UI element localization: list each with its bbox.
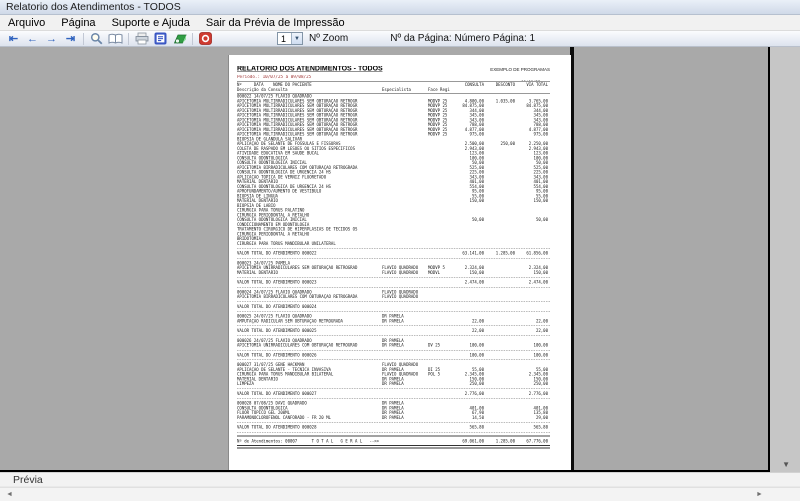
report-period: Período.: 10/07/25 à 09/08/25	[237, 75, 312, 80]
print-setup-button[interactable]	[151, 32, 170, 46]
report-title: RELATORIO DOS ATENDIMENTOS - TODOS	[237, 65, 383, 72]
procedure-row: MATERIAL DENTARIO FLAVIO QUADRADO MODVL 150…	[237, 270, 548, 275]
two-page-view-icon	[108, 33, 123, 44]
report-page: RELATORIO DOS ATENDIMENTOS - TODOS EXEMP…	[228, 55, 571, 470]
procedure-row: APICETOMIA UNIRRADICULARES COM OBTURAÇÃO…	[237, 343, 548, 348]
preview-right-strip: ▼	[770, 47, 800, 472]
separator-rule	[237, 309, 550, 312]
print-icon	[135, 32, 148, 45]
scroll-left-icon[interactable]: ◄	[2, 489, 17, 500]
prev-page-icon: ←	[27, 32, 38, 45]
scroll-right-icon[interactable]: ►	[752, 489, 767, 500]
procedure-row: LIMPEZA DR PAMELA 250,00 250,00	[237, 381, 548, 387]
report-body: 000022 14/07/25 FLAVIO QUADRADO APICETOMI…	[237, 94, 550, 449]
attendance-total-row: VALOR TOTAL DO ATENDIMENTO 000025 22,00 22…	[237, 328, 548, 334]
toolbar: ⇤ ← → ⇥ 1 ▼ Nº Zoom Nº da Página: Número…	[0, 31, 800, 47]
print-setup-icon	[154, 32, 167, 45]
export-button[interactable]	[170, 32, 189, 46]
last-page-button[interactable]: ⇥	[61, 32, 80, 46]
separator-rule	[237, 333, 550, 336]
separator-rule	[237, 396, 550, 399]
window-title: Relatorio dos Atendimentos - TODOS	[6, 1, 181, 13]
procedure-row: CIRURGIA PARA TORUS MANDIBULAR UNILATERA…	[237, 241, 336, 246]
separator-rule	[237, 430, 550, 433]
menu-item-arquivo[interactable]: Arquivo	[0, 15, 53, 30]
preview-area[interactable]: RELATORIO DOS ATENDIMENTOS - TODOS EXEMP…	[0, 47, 770, 472]
next-page-button[interactable]: →	[42, 32, 61, 46]
toolbar-separator	[192, 32, 193, 45]
app-window: Relatorio dos Atendimentos - TODOS Arqui…	[0, 0, 800, 501]
separator-rule	[237, 348, 550, 351]
zoom-page-select-value: 1	[281, 33, 287, 44]
horizontal-scrollbar[interactable]: ◄ ►	[0, 487, 800, 501]
print-button[interactable]	[132, 32, 151, 46]
toolbar-separator	[128, 32, 129, 45]
next-page-icon: →	[46, 32, 57, 45]
separator-rule	[237, 358, 550, 360]
two-page-view-button[interactable]	[106, 32, 125, 46]
zoom-button[interactable]	[87, 32, 106, 46]
separator-rule	[237, 275, 550, 278]
menu-item-pagina[interactable]: Página	[53, 15, 103, 30]
separator-rule	[237, 285, 550, 288]
close-preview-icon	[199, 32, 212, 45]
separator-rule	[237, 299, 550, 302]
grand-total-row: Nº de Atendimentos: 00007 T O T A L G E …	[237, 438, 548, 444]
scroll-down-icon[interactable]: ▼	[782, 460, 790, 469]
menu-item-sair-previa[interactable]: Sair da Prévia de Impressão	[198, 15, 353, 30]
report-company: EXEMPLO DE PROGRAMAS	[490, 67, 550, 72]
last-page-icon: ⇥	[65, 32, 76, 45]
close-preview-button[interactable]	[196, 32, 215, 46]
separator-rule	[237, 445, 550, 449]
export-icon	[173, 34, 187, 44]
prev-page-button[interactable]: ←	[23, 32, 42, 46]
report-print-date: 09/08/25	[521, 80, 540, 81]
zoom-page-select[interactable]: 1 ▼	[277, 32, 303, 45]
column-header-row-2: Descrição da Consulta Especialista Face …	[237, 87, 450, 92]
first-page-icon: ⇤	[8, 32, 19, 45]
attendance-total-row: VALOR TOTAL DO ATENDIMENTO 000028 565,80 5…	[237, 425, 548, 430]
procedure-row: AMPUTAÇÃO RADICULAR SEM OBTURAÇÃO RETROG…	[237, 318, 548, 324]
status-label: Prévia	[13, 473, 43, 486]
chevron-down-icon[interactable]: ▼	[291, 33, 302, 44]
attendance-total-row: VALOR TOTAL DO ATENDIMENTO 000022 63.141,…	[237, 251, 548, 256]
first-page-button[interactable]: ⇤	[4, 32, 23, 46]
window-titlebar[interactable]: Relatorio dos Atendimentos - TODOS	[0, 0, 800, 15]
status-bar: Prévia	[0, 472, 800, 486]
separator-rule	[237, 324, 550, 326]
page-info-label: Nº da Página: Número Página: 1	[390, 33, 536, 44]
procedure-row: APICETOMIA BIRRADICULARES COM OBTURAÇÃO …	[237, 294, 419, 300]
separator-rule	[237, 256, 550, 259]
attendance-total-row: VALOR TOTAL DO ATENDIMENTO 000026 100,00 1…	[237, 352, 548, 358]
menu-item-suporte[interactable]: Suporte e Ajuda	[104, 15, 198, 30]
zoom-label: Nº Zoom	[309, 33, 349, 44]
procedure-row: PARAMONOCLOROFENOL CANFORADO - FR 20 ML D…	[237, 415, 548, 420]
attendance-total-row: VALOR TOTAL DO ATENDIMENTO 000027 2.776,0…	[237, 391, 548, 396]
attendance-total-row: VALOR TOTAL DO ATENDIMENTO 000024	[237, 304, 317, 309]
separator-rule	[237, 420, 550, 423]
separator-rule	[237, 434, 550, 437]
separator-rule	[237, 386, 550, 389]
toolbar-separator	[83, 32, 84, 45]
attendance-total-row: VALOR TOTAL DO ATENDIMENTO 000023 2.474,0…	[237, 280, 548, 285]
menu-bar: Arquivo Página Suporte e Ajuda Sair da P…	[0, 15, 800, 31]
report-document: RELATORIO DOS ATENDIMENTOS - TODOS EXEMP…	[229, 55, 557, 449]
zoom-icon	[90, 32, 103, 45]
separator-rule	[237, 246, 550, 249]
